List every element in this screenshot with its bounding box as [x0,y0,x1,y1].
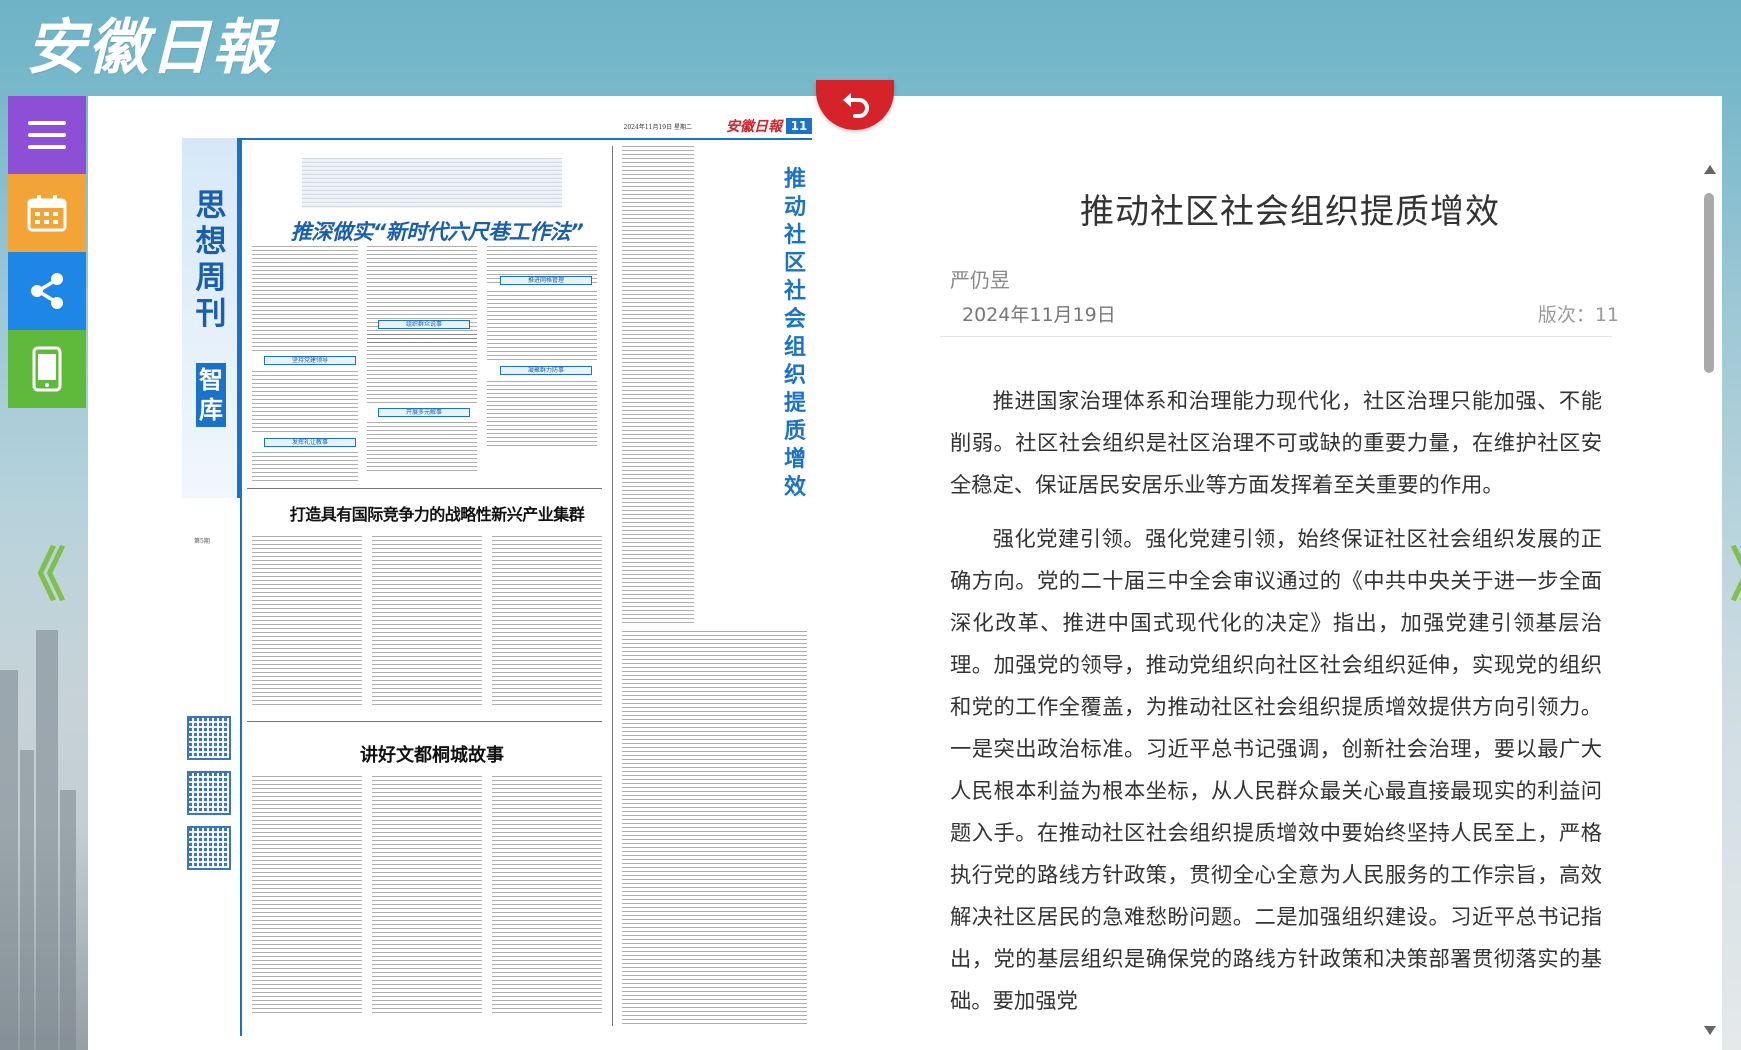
vertical-headline[interactable]: 推动社区社会组织提质增效 [782,166,808,502]
scroll-up-arrow-icon[interactable] [1704,165,1716,174]
article-1-text[interactable] [252,246,358,351]
article-1-text[interactable] [367,334,477,404]
article-3-text[interactable] [492,776,602,1016]
article-title: 推动社区社会组织提质增效 [1080,192,1500,232]
newspaper-masthead: 安徽日報 [726,119,782,135]
scroll-down-arrow-icon[interactable] [1704,1026,1716,1035]
article-body: 推进国家治理体系和治理能力现代化，社区治理只能加强、不能削弱。社区社会组织是社区… [950,381,1602,1035]
article-1-text[interactable] [367,246,477,346]
featured-article-text[interactable] [622,631,807,1026]
hamburger-menu-icon [28,121,66,149]
article-1-subhead: 开展多元解事 [378,408,470,417]
mobile-button[interactable] [8,330,86,408]
article-1-text[interactable] [487,291,597,361]
mobile-phone-icon [32,346,62,392]
article-author: 严仍昱 [950,268,1010,292]
calendar-button[interactable] [8,174,86,252]
article-3-text[interactable] [372,776,482,1016]
article-1-text[interactable] [487,381,597,446]
scrollbar-thumb[interactable] [1704,193,1714,373]
article-date: 2024年11月19日 [962,304,1116,326]
featured-article-text[interactable] [622,146,694,626]
edition-note: 第5期 [194,538,210,545]
article-1-text[interactable] [367,422,477,472]
article-2-text[interactable] [372,536,482,706]
article-headline-1[interactable]: 推深做实“新时代六尺巷工作法” [267,216,607,246]
site-logo[interactable]: 安徽日報 [26,8,274,88]
article-paragraph: 强化党建引领。强化党建引领，始终保证社区社会组织发展的正确方向。党的二十届三中全… [950,527,1602,1014]
column-title: 思想周刊 [195,188,227,332]
share-icon [31,273,63,309]
article-1-subhead: 推进网格管理 [500,276,592,285]
newspaper-page-panel[interactable]: 11 安徽日報 2024年11月19日 星期二 思想周刊 智库 第5期 推深做实… [88,96,905,1050]
qr-code [187,826,231,870]
qr-code [187,771,231,815]
newspaper-left-rule [240,138,242,1036]
article-1-text[interactable] [252,371,358,433]
article-2-text[interactable] [492,536,602,706]
article-panel: 推动社区社会组织提质增效 严仍昱 2024年11月19日 版次：11 推进国家治… [905,96,1722,1050]
section-divider [247,488,602,489]
column-sidebar: 思想周刊 智库 [182,138,240,498]
article-2-text[interactable] [252,536,362,706]
article-1-subhead: 凝聚群力防事 [500,366,592,375]
article-headline-3[interactable]: 讲好文都桐城故事 [302,741,562,767]
article-headline-2[interactable]: 打造具有国际竞争力的战略性新兴产业集群 [257,501,617,525]
qr-code [187,716,231,760]
newspaper-page-number: 11 [786,118,812,134]
undo-arrow-icon [843,93,869,118]
article-scrollbar[interactable] [1700,165,1718,1035]
column-subtitle: 智库 [196,363,226,427]
section-divider [247,721,602,722]
newspaper-top-rule [182,138,812,140]
article-page-label: 版次：11 [1537,304,1619,326]
previous-page-arrow[interactable]: 《 [8,545,66,605]
article-1-subhead: 发挥礼让教事 [264,438,356,447]
column-divider [612,146,613,1026]
intro-text-block [302,158,562,208]
newspaper-page-thumbnail[interactable]: 11 安徽日報 2024年11月19日 星期二 思想周刊 智库 第5期 推深做实… [182,116,812,1036]
next-page-arrow[interactable]: 》 [1730,545,1741,605]
article-1-subhead: 组织群众说事 [378,320,470,329]
tool-rail [8,96,86,408]
calendar-icon [27,195,67,232]
newspaper-date-line: 2024年11月19日 星期二 [623,124,692,131]
menu-button[interactable] [8,96,86,174]
article-paragraph: 推进国家治理体系和治理能力现代化，社区治理只能加强、不能削弱。社区社会组织是社区… [950,389,1602,498]
article-3-text[interactable] [252,776,362,1016]
share-button[interactable] [8,252,86,330]
article-1-subhead: 坚持党建领导 [264,356,356,365]
article-1-text[interactable] [252,452,358,482]
article-header-divider [940,336,1612,337]
